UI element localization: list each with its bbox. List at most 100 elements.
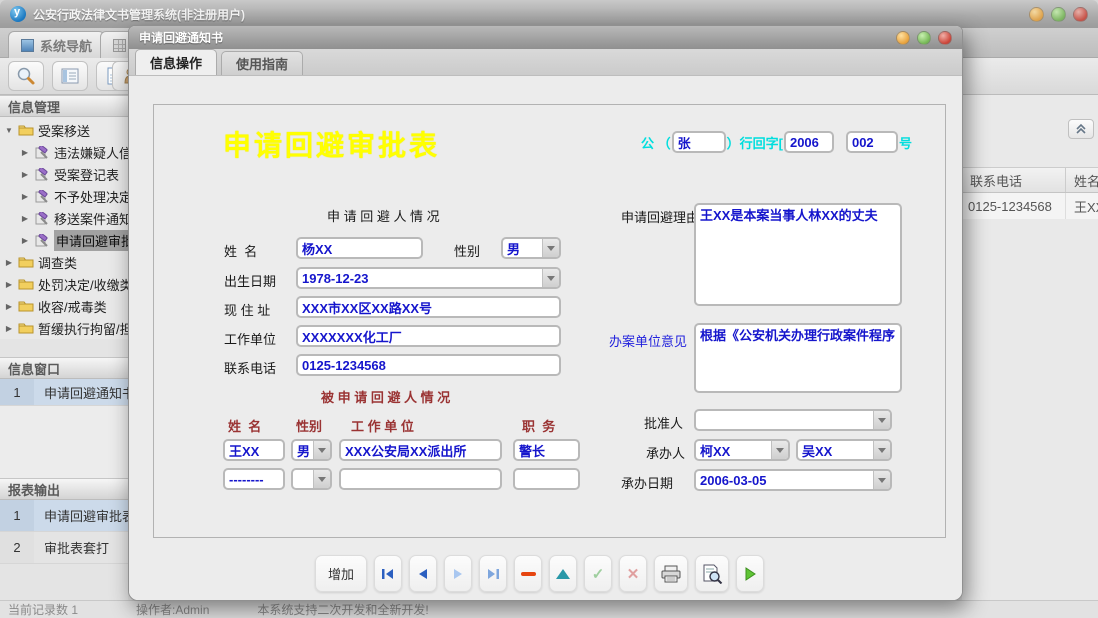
tree-item-label: 违法嫌疑人信: [54, 143, 128, 162]
respondent1-name-input[interactable]: [223, 439, 285, 461]
run-button[interactable]: [736, 555, 764, 592]
next-record-button[interactable]: [444, 555, 472, 592]
report-button[interactable]: [52, 61, 88, 91]
section-report-output[interactable]: 报表输出: [0, 478, 128, 500]
app-title: 公安行政法律文书管理系统(非注册用户): [33, 6, 245, 23]
respondent1-unit-input[interactable]: [339, 439, 502, 461]
minimize-button[interactable]: [1029, 7, 1044, 22]
handle-date-combobox[interactable]: 2006-03-05: [694, 469, 892, 491]
previous-record-button[interactable]: [409, 555, 437, 592]
background-grid-panel: 联系电话 姓名 0125-1234568 王XX ✕: [962, 95, 1098, 600]
last-record-button[interactable]: [479, 555, 507, 592]
tree-item-investigation[interactable]: ▶ 调查类: [0, 251, 128, 273]
dialog-minimize-button[interactable]: [896, 31, 910, 45]
respondent2-duty-input[interactable]: [513, 468, 580, 490]
gender-combobox[interactable]: 男: [501, 237, 561, 259]
screen: 公安行政法律文书管理系统(非注册用户) 系统导航 信: [0, 0, 1098, 618]
main-titlebar: 公安行政法律文书管理系统(非注册用户): [0, 0, 1098, 28]
chevron-collapsed-icon: ▶: [20, 170, 30, 179]
tree-item-recusal-approval[interactable]: ▶ 申请回避审批: [0, 229, 128, 251]
edit-record-button[interactable]: [549, 555, 577, 592]
dropdown-arrow-icon[interactable]: [542, 239, 559, 257]
table-header-name: 姓 名: [228, 416, 261, 435]
dropdown-arrow-icon[interactable]: [313, 470, 330, 488]
info-window-empty-area: [0, 406, 128, 478]
collapse-panel-button[interactable]: [1068, 119, 1094, 139]
docno-year-input[interactable]: [784, 131, 834, 153]
check-icon: ✓: [592, 565, 605, 583]
respondent2-unit-input[interactable]: [339, 468, 502, 490]
tab-system-nav[interactable]: 系统导航: [8, 31, 105, 58]
approver-combobox[interactable]: [694, 409, 892, 431]
tree-item-label: 处罚决定/收缴类: [38, 275, 128, 294]
tree-item-suspend-detention[interactable]: ▶ 暂缓执行拘留/担: [0, 317, 128, 339]
phone-input[interactable]: [296, 354, 561, 376]
respondent1-gender-combobox[interactable]: 男: [291, 439, 332, 461]
first-record-button[interactable]: [374, 555, 402, 592]
chevron-collapsed-icon: ▶: [4, 324, 14, 333]
tree-item-detox[interactable]: ▶ 收容/戒毒类: [0, 295, 128, 317]
dialog-titlebar[interactable]: 申请回避通知书: [129, 26, 962, 49]
handler1-combobox[interactable]: 柯XX: [694, 439, 790, 461]
form-title: 申请回避审批表: [223, 124, 440, 164]
address-input[interactable]: [296, 296, 561, 318]
respondent2-gender-combobox[interactable]: [291, 468, 332, 490]
add-button[interactable]: 增加: [315, 555, 367, 592]
delete-record-button[interactable]: [514, 555, 542, 592]
search-button[interactable]: [8, 61, 44, 91]
print-preview-button[interactable]: [695, 555, 729, 592]
tab-info-operation[interactable]: 信息操作: [135, 49, 217, 75]
chevron-collapsed-icon: ▶: [4, 302, 14, 311]
status-record-count: 当前记录数 1: [8, 601, 78, 618]
first-record-icon: [380, 568, 396, 580]
handler1-value: 柯XX: [696, 441, 771, 459]
tree-item-case-register[interactable]: ▶ 受案登记表: [0, 163, 128, 185]
dob-combobox[interactable]: 1978-12-23: [296, 267, 561, 289]
confirm-button[interactable]: ✓: [584, 555, 612, 592]
work-unit-input[interactable]: [296, 325, 561, 347]
last-record-icon: [485, 568, 501, 580]
dropdown-arrow-icon[interactable]: [873, 411, 890, 429]
dropdown-arrow-icon[interactable]: [771, 441, 788, 459]
handle-date-value: 2006-03-05: [696, 471, 873, 489]
tree-item-case-transfer[interactable]: ▼ 受案移送: [0, 119, 128, 141]
grid-data-row[interactable]: 0125-1234568 王XX: [962, 193, 1098, 219]
label-handle-date: 承办日期: [621, 473, 673, 492]
docno-seq-input[interactable]: [846, 131, 898, 153]
dropdown-arrow-icon[interactable]: [873, 471, 890, 489]
section-info-window[interactable]: 信息窗口: [0, 357, 128, 379]
tree-item-transfer-notice[interactable]: ▶ 移送案件通知: [0, 207, 128, 229]
tree-item-label: 不予处理决定: [54, 187, 128, 206]
tree-item-suspect-info[interactable]: ▶ 违法嫌疑人信: [0, 141, 128, 163]
previous-record-icon: [416, 568, 430, 580]
tree-item-punishment[interactable]: ▶ 处罚决定/收缴类: [0, 273, 128, 295]
tab-user-guide[interactable]: 使用指南: [221, 51, 303, 75]
respondent1-duty-input[interactable]: [513, 439, 580, 461]
dropdown-arrow-icon[interactable]: [313, 441, 330, 459]
gavel-doc-icon: [34, 212, 50, 225]
docno-org-input[interactable]: [672, 131, 726, 153]
report-row-2[interactable]: 2 审批表套打: [0, 532, 128, 564]
tree-item-no-action-decision[interactable]: ▶ 不予处理决定: [0, 185, 128, 207]
status-operator: 操作者:Admin: [136, 601, 209, 618]
dialog-close-button[interactable]: [938, 31, 952, 45]
name-input[interactable]: [296, 237, 423, 259]
report-row-1[interactable]: 1 申请回避审批表: [0, 500, 128, 532]
column-header-phone[interactable]: 联系电话: [962, 168, 1066, 192]
dropdown-arrow-icon[interactable]: [542, 269, 559, 287]
cancel-button[interactable]: ✕: [619, 555, 647, 592]
dropdown-arrow-icon[interactable]: [873, 441, 890, 459]
row-number: 1: [0, 379, 34, 405]
print-button[interactable]: [654, 555, 688, 592]
respondent2-name-input[interactable]: [223, 468, 285, 490]
recusal-reason-textarea[interactable]: 王XX是本案当事人林XX的丈夫: [694, 203, 902, 306]
column-header-name[interactable]: 姓名: [1066, 168, 1098, 192]
dialog-maximize-button[interactable]: [917, 31, 931, 45]
maximize-button[interactable]: [1051, 7, 1066, 22]
info-window-row[interactable]: 1 申请回避通知书: [0, 379, 128, 406]
unit-opinion-textarea[interactable]: 根据《公安机关办理行政案件程序: [694, 323, 902, 393]
main-window-controls: [1029, 7, 1088, 22]
section-info-management[interactable]: 信息管理: [0, 95, 128, 117]
handler2-combobox[interactable]: 吴XX: [796, 439, 892, 461]
close-button[interactable]: [1073, 7, 1088, 22]
